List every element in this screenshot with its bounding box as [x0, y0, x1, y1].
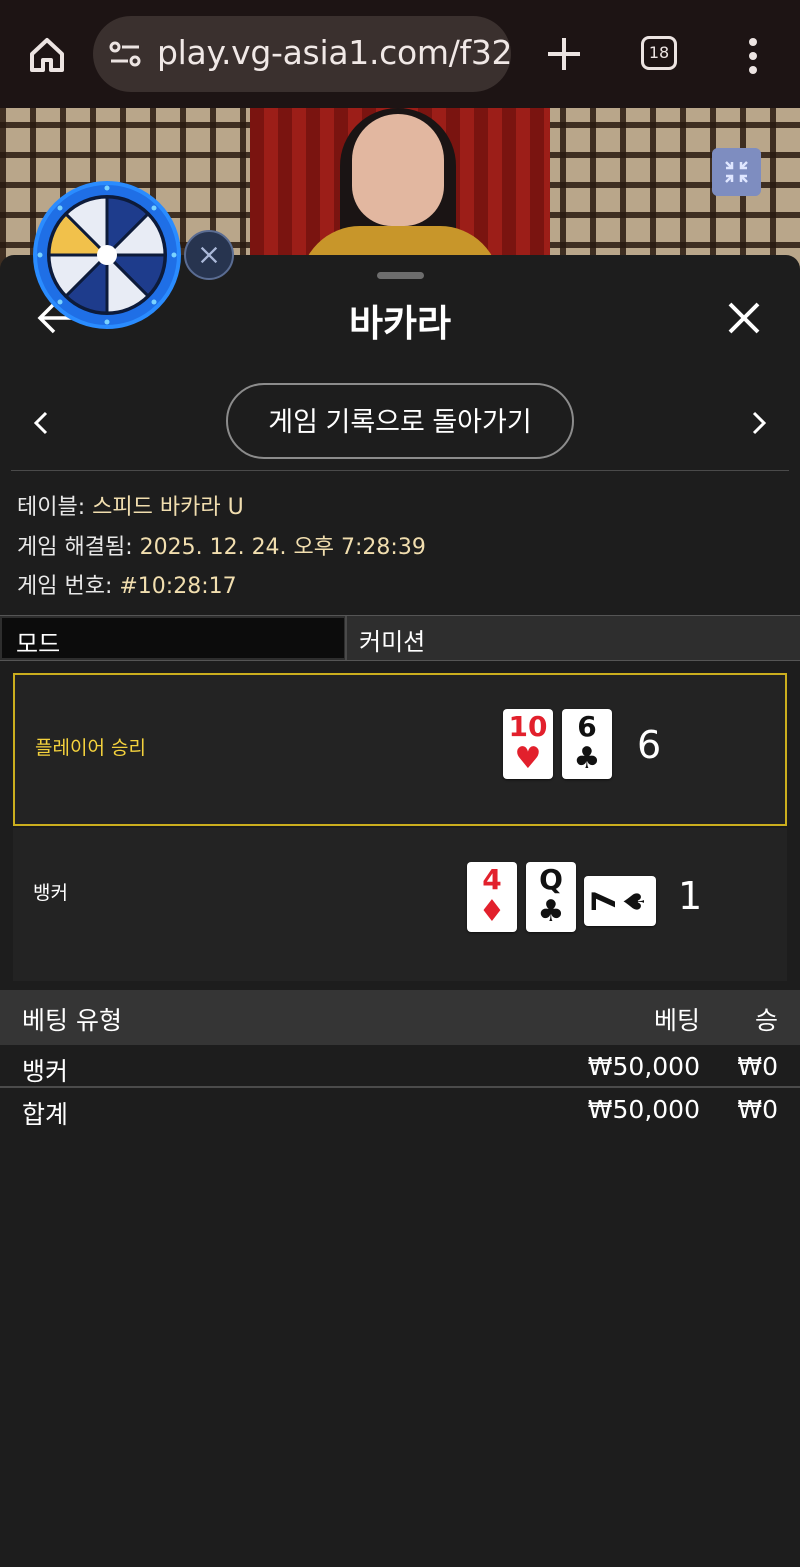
prize-wheel-icon[interactable] — [32, 180, 182, 330]
url-text: play.vg-asia1.com/f32 — [157, 33, 511, 72]
bet-amount-cell: ₩50,000 — [587, 1095, 700, 1124]
dealer-face — [352, 114, 444, 226]
spade-icon: ♠ — [617, 888, 651, 914]
chevron-right-icon[interactable] — [749, 409, 769, 437]
game-number-label: 게임 번호: — [17, 574, 120, 599]
diamond-icon: ♦ — [478, 894, 506, 929]
drag-handle[interactable] — [377, 272, 424, 279]
header-bet: 베팅 — [653, 1006, 700, 1035]
new-tab-icon[interactable] — [542, 32, 586, 76]
club-icon: ♣ — [573, 741, 601, 776]
table-info: 테이블: 스피드 바카라 U — [17, 489, 244, 521]
table-row: 합계 ₩50,000 ₩0 — [0, 1088, 800, 1130]
playing-card: 4 ♦ — [467, 862, 517, 932]
win-amount-cell: ₩0 — [737, 1095, 778, 1124]
browser-toolbar: play.vg-asia1.com/f32 18 — [0, 0, 800, 108]
collapse-icon[interactable] — [712, 148, 761, 196]
banker-result: 뱅커 4 ♦ Q ♣ 7 ♠ 1 — [13, 828, 787, 981]
club-icon: ♣ — [537, 894, 565, 929]
bet-amount-cell: ₩50,000 — [587, 1052, 700, 1081]
divider — [11, 470, 789, 471]
mode-cell: 모드 — [2, 618, 344, 658]
site-settings-icon[interactable] — [109, 40, 141, 68]
tab-count-button[interactable]: 18 — [641, 36, 677, 70]
header-bet-type: 베팅 유형 — [22, 1006, 122, 1035]
banker-score: 1 — [678, 874, 703, 918]
playing-card: 6 ♣ — [562, 709, 612, 779]
resolved-info: 게임 해결됨: 2025. 12. 24. 오후 7:28:39 — [17, 529, 426, 561]
mode-label: 모드 — [16, 630, 61, 658]
win-amount-cell: ₩0 — [737, 1052, 778, 1081]
card-rank: 10 — [508, 710, 548, 743]
wheel-close-icon[interactable] — [184, 230, 234, 280]
game-number-value: #10:28:17 — [119, 574, 237, 599]
close-icon[interactable] — [727, 301, 761, 335]
home-icon[interactable] — [22, 30, 72, 80]
chevron-left-icon[interactable] — [31, 409, 51, 437]
table-value: 스피드 바카라 U — [92, 495, 244, 520]
divider — [345, 616, 347, 660]
playing-card: 10 ♥ — [503, 709, 553, 779]
header-win: 승 — [754, 1006, 778, 1035]
heart-icon: ♥ — [514, 741, 542, 776]
url-bar[interactable]: play.vg-asia1.com/f32 — [93, 16, 511, 92]
banker-result-label: 뱅커 — [33, 882, 68, 904]
resolved-label: 게임 해결됨: — [17, 535, 140, 560]
bets-table-header: 베팅 유형 베팅 승 — [0, 990, 800, 1045]
card-rank: Q — [539, 863, 563, 896]
bet-type-cell: 뱅커 — [22, 1057, 69, 1086]
player-result: 플레이어 승리 10 ♥ 6 ♣ 6 — [13, 673, 787, 826]
mode-row: 모드 커미션 — [0, 615, 800, 661]
playing-card: Q ♣ — [526, 862, 576, 932]
table-label: 테이블: — [17, 495, 93, 520]
more-menu-icon[interactable] — [745, 36, 761, 76]
game-detail-panel: 바카라 게임 기록으로 돌아가기 테이블: 스피드 바카라 U 게임 해결됨: … — [0, 255, 800, 1567]
bet-type-cell: 합계 — [22, 1100, 69, 1129]
player-result-label: 플레이어 승리 — [35, 737, 146, 759]
mode-value: 커미션 — [359, 628, 426, 656]
table-row: 뱅커 ₩50,000 ₩0 — [0, 1045, 800, 1087]
player-score: 6 — [637, 723, 662, 767]
card-rank: 4 — [482, 863, 502, 896]
card-rank: 6 — [577, 710, 597, 743]
resolved-value: 2025. 12. 24. 오후 7:28:39 — [139, 535, 426, 560]
back-to-history-button[interactable]: 게임 기록으로 돌아가기 — [226, 383, 574, 459]
game-number-info: 게임 번호: #10:28:17 — [17, 568, 237, 600]
playing-card: 7 ♠ — [584, 876, 656, 926]
